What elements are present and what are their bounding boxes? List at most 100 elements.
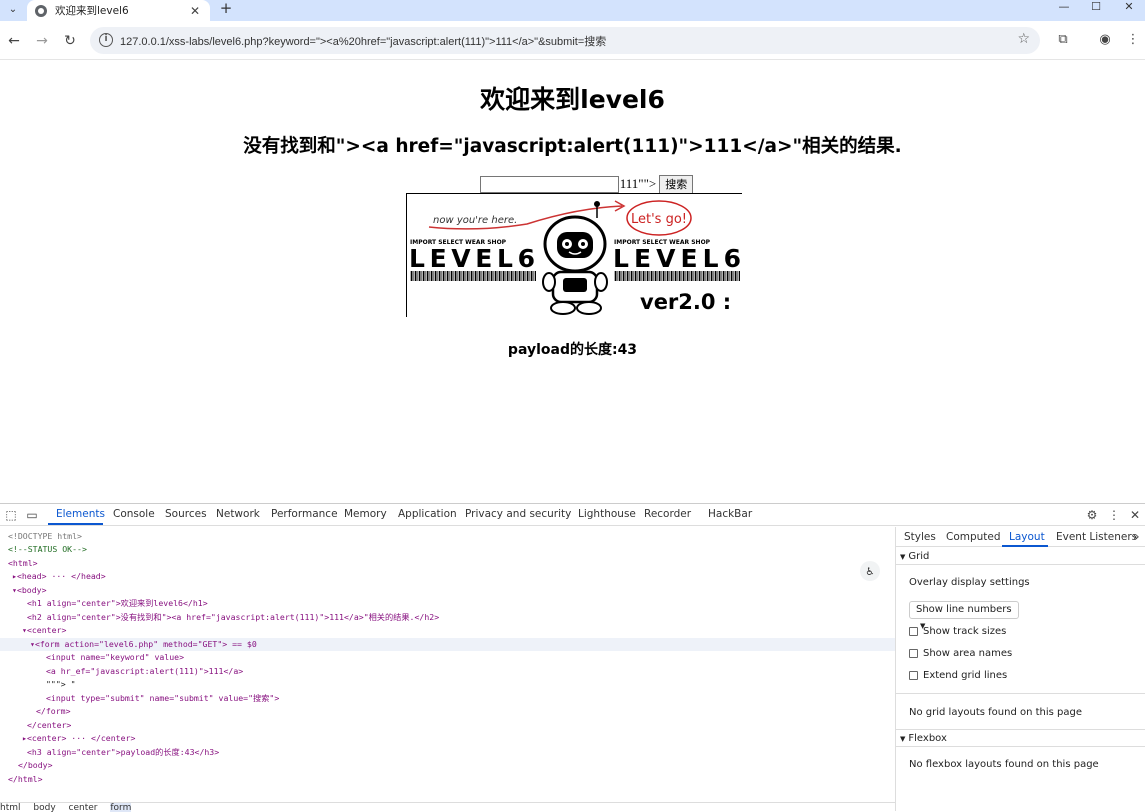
barcode-right [614,271,740,281]
dom-line-html[interactable]: <html> [8,557,38,570]
dom-line-doctype[interactable]: <!DOCTYPE html> [8,530,82,543]
devtools-tab-memory[interactable]: Memory [344,508,387,520]
devtools-tab-lighthouse[interactable]: Lighthouse [578,508,636,520]
search-button[interactable]: 搜索 [659,174,694,194]
result-message: 没有找到和"><a href="javascript:alert(111)">1… [243,136,902,157]
checkbox-box[interactable] [909,671,918,680]
dom-line-h2[interactable]: <h2 align="center">没有找到和"><a href="javas… [27,611,439,624]
side-tab-layout[interactable]: Layout [1009,531,1045,543]
reload-icon[interactable]: ↻ [61,32,79,50]
flexbox-header-text: Flexbox [908,733,947,744]
dom-line-body-text: <body> [16,585,47,595]
breadcrumb: html body center form [0,802,895,812]
dom-line-input-submit[interactable]: <input type="submit" name="submit" value… [46,692,279,705]
devtools-menu-icon[interactable]: ⋮ [1106,507,1122,523]
dom-line-body-close[interactable]: </body> [18,759,53,772]
dom-line-h3[interactable]: <h3 align="center">payload的长度:43</h3> [27,746,219,759]
page-title: 欢迎来到level6 [480,85,665,114]
side-tab-styles[interactable]: Styles [904,531,936,543]
search-form: 111 ""> 搜索 [0,174,1145,194]
url-text: 127.0.0.1/xss-labs/level6.php?keyword=">… [120,36,607,48]
breadcrumb-center[interactable]: center [69,803,98,812]
close-tab-icon[interactable]: ✕ [188,4,202,18]
grid-section-header[interactable]: ▼ Grid [896,551,1145,565]
tab-strip: ⌄ 欢迎来到level6 ✕ + — ☐ ✕ [0,0,1145,21]
breadcrumb-html[interactable]: html [0,803,21,812]
maximize-icon[interactable]: ☐ [1080,0,1112,16]
side-pane: Styles Computed Layout Event Listeners »… [895,527,1145,811]
bookmark-star-icon[interactable]: ☆ [1017,31,1030,47]
back-icon[interactable]: ← [5,32,23,50]
dom-line-comment[interactable]: <!--STATUS OK--> [8,543,87,556]
side-pane-tabbar: Styles Computed Layout Event Listeners » [896,527,1145,547]
devtools-tab-network[interactable]: Network [216,508,260,520]
devtools-tab-sources[interactable]: Sources [165,508,207,520]
dom-line-form-selected[interactable]: ▾<form action="level6.php" method="GET">… [0,638,895,651]
breadcrumb-body[interactable]: body [33,803,55,812]
dom-line-html-close[interactable]: </html> [8,773,43,786]
checkbox-label: Show area names [923,648,1013,659]
dom-line-center2-text: <center> ··· </center> [26,733,136,743]
more-tabs-icon[interactable]: » [1133,531,1139,543]
line-numbers-select[interactable]: Show line numbers ▼ [909,601,1019,630]
devtools-tab-elements[interactable]: Elements [56,508,105,520]
extend-grid-lines-checkbox[interactable]: Extend grid lines [909,670,1007,681]
dom-line-center[interactable]: ▾<center> [22,624,66,637]
close-window-icon[interactable]: ✕ [1113,0,1145,16]
checkbox-box[interactable] [909,649,918,658]
dom-line-text-node[interactable]: """> " [46,678,76,691]
show-area-names-checkbox[interactable]: Show area names [909,648,1012,659]
dom-line-h1[interactable]: <h1 align="center">欢迎来到level6</h1> [27,597,208,610]
collapse-arrow-icon: ▼ [900,553,906,561]
extensions-icon[interactable]: ⧉ [1054,31,1072,49]
profile-icon[interactable]: ◉ [1096,31,1114,49]
checkbox-box[interactable] [909,627,918,636]
select-value: Show line numbers [916,604,1012,615]
accessibility-icon[interactable]: ♿ [860,561,880,581]
devtools-tab-application[interactable]: Application [398,508,457,520]
devtools-tabbar: ⬚ ▭ Elements Console Sources Network Per… [0,504,1145,526]
no-grid-message: No grid layouts found on this page [909,707,1083,718]
menu-dots-icon[interactable]: ⋮ [1124,31,1142,49]
dom-line-center-close[interactable]: </center> [27,719,71,732]
flexbox-section-header[interactable]: ▼ Flexbox [896,733,1145,747]
dom-line-head[interactable]: ▸<head> ··· </head> [12,570,106,583]
dom-line-form-text: <form action="level6.php" method="GET"> … [34,639,257,649]
divider [896,693,1145,694]
dom-line-input-keyword[interactable]: <input name="keyword" value> [46,651,184,664]
devtools-panel: ⬚ ▭ Elements Console Sources Network Per… [0,503,1145,812]
barcode-left [410,271,536,281]
dom-line-form-close[interactable]: </form> [36,705,71,718]
show-track-sizes-checkbox[interactable]: Show track sizes [909,626,1006,637]
keyword-input[interactable] [479,175,619,193]
browser-tab[interactable]: 欢迎来到level6 ✕ [27,0,210,21]
forward-icon[interactable]: → [33,32,51,50]
dom-line-center-text: <center> [26,625,67,635]
page-viewport: 欢迎来到level6 没有找到和"><a href="javascript:al… [0,60,1145,503]
tab-search-icon[interactable]: ⌄ [4,2,22,18]
breadcrumb-form[interactable]: form [110,803,132,812]
devtools-tab-console[interactable]: Console [113,508,155,520]
inspect-icon[interactable]: ⬚ [3,507,19,523]
grid-header-text: Grid [908,551,930,562]
devtools-tab-performance[interactable]: Performance [271,508,338,520]
new-tab-icon[interactable]: + [218,0,234,18]
device-toggle-icon[interactable]: ▭ [24,507,40,523]
devtools-tab-privacy[interactable]: Privacy and security [465,508,571,520]
side-tab-computed[interactable]: Computed [946,531,1001,543]
dom-line-body[interactable]: ▾<body> [12,584,47,597]
settings-gear-icon[interactable]: ⚙ [1084,507,1100,523]
injected-link[interactable]: 111 [620,176,639,192]
address-bar[interactable]: i 127.0.0.1/xss-labs/level6.php?keyword=… [90,27,1040,54]
dom-line-anchor[interactable]: <a hr_ef="javascript:alert(111)">111</a> [46,665,243,678]
collapse-arrow-icon: ▼ [900,735,906,743]
overlay-settings-title: Overlay display settings [909,577,1030,588]
devtools-tab-hackbar[interactable]: HackBar [708,508,752,520]
site-info-icon[interactable]: i [99,33,113,47]
dom-line-center-collapsed[interactable]: ▸<center> ··· </center> [22,732,135,745]
active-tab-indicator [48,523,103,525]
close-devtools-icon[interactable]: ✕ [1127,507,1143,523]
devtools-tab-recorder[interactable]: Recorder [644,508,691,520]
side-tab-event-listeners[interactable]: Event Listeners [1056,531,1137,543]
minimize-icon[interactable]: — [1048,0,1080,16]
